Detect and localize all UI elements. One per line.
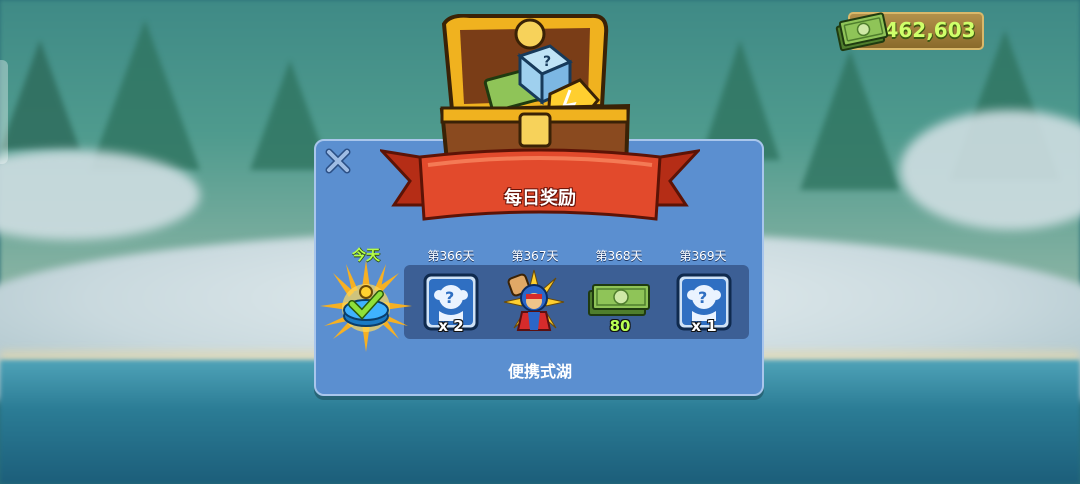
cash-stack-icon [835,12,889,52]
day-label-366: 第366天 [427,249,475,263]
day-label-367: 第367天 [511,249,559,263]
reward-count-368: 80 [609,317,631,335]
hero-skin-icon[interactable] [502,268,566,334]
reward-count-369: x 1 [691,317,717,335]
svg-text:?: ? [698,288,707,307]
reward-count-366: x 2 [438,317,464,335]
svg-text:?: ? [445,288,454,307]
dialog-title: 每日奖励 [504,188,576,209]
day-label-369: 第369天 [679,249,727,263]
side-tab[interactable] [0,60,8,164]
close-icon[interactable] [324,147,352,175]
day-label-368: 第368天 [595,249,643,263]
cash-stack-icon[interactable] [587,281,651,319]
svg-text:?: ? [543,54,551,70]
today-reward-icon[interactable] [318,258,414,354]
cash-amount: 462,603 [884,18,976,42]
location-name: 便携式湖 [507,362,572,381]
